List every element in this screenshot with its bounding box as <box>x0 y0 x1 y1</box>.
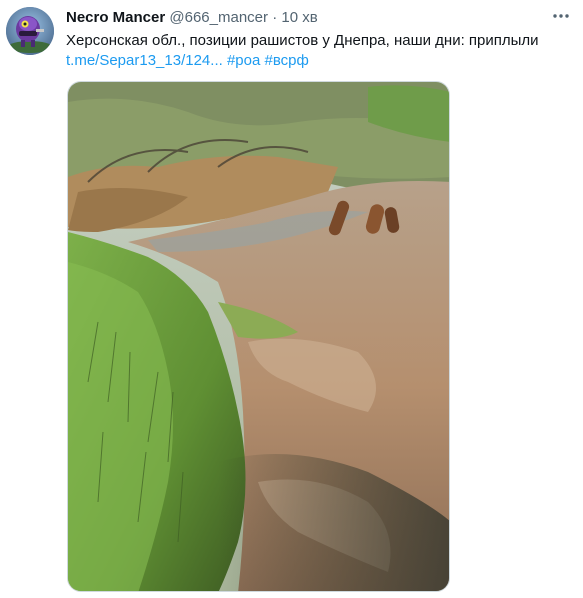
more-options-button[interactable] <box>547 6 575 26</box>
hashtag-roa[interactable]: #роа <box>227 52 260 69</box>
author-name[interactable]: Necro Mancer <box>66 9 165 26</box>
tweet-text: Херсонская обл., позиции рашистов у Днеп… <box>66 31 576 71</box>
tweet-photo[interactable] <box>67 81 450 592</box>
more-horizontal-icon <box>553 14 569 18</box>
tweet-body: Херсонская обл., позиции рашистов у Днеп… <box>66 32 539 49</box>
tweet-timestamp[interactable]: 10 хв <box>281 9 317 26</box>
author-avatar[interactable] <box>6 7 54 55</box>
tweet-header: Necro Mancer @666_mancer · 10 хв <box>66 9 318 27</box>
tweet[interactable]: Necro Mancer @666_mancer · 10 хв Херсонс… <box>0 0 583 598</box>
avatar-image <box>6 7 54 55</box>
tweet-link[interactable]: t.me/Separ13_13/124... <box>66 52 223 69</box>
river-photo-image <box>68 82 449 591</box>
hashtag-vsrf[interactable]: #всрф <box>265 52 309 69</box>
separator-dot: · <box>272 9 278 26</box>
author-handle[interactable]: @666_mancer <box>169 9 268 26</box>
